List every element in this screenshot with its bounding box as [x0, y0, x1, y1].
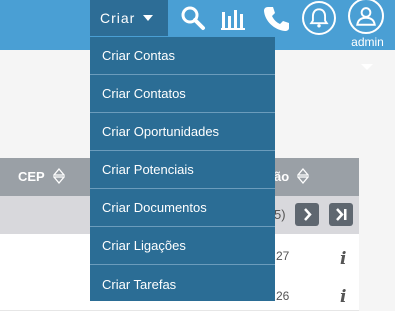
sort-icon[interactable] [297, 168, 309, 184]
date-cell: 27 [276, 249, 290, 263]
info-icon[interactable]: i [340, 249, 346, 269]
chevron-down-icon [143, 15, 154, 21]
menu-item-criar-potenciais[interactable]: Criar Potenciais [90, 151, 275, 189]
create-menu-button[interactable]: Criar [90, 0, 168, 36]
search-icon[interactable] [179, 4, 207, 32]
menu-item-criar-ligacoes[interactable]: Criar Ligações [90, 227, 275, 265]
reports-chart-icon[interactable] [219, 4, 247, 32]
sort-icon[interactable] [53, 168, 65, 184]
menu-item-criar-contatos[interactable]: Criar Contatos [90, 75, 275, 113]
user-menu-chevron-icon[interactable] [361, 64, 373, 70]
notifications-button[interactable] [302, 1, 336, 35]
last-page-button[interactable] [329, 203, 353, 226]
user-icon [356, 7, 376, 26]
user-name-label[interactable]: admin [345, 35, 390, 49]
user-avatar[interactable] [348, 0, 384, 34]
create-dropdown-menu: Criar Contas Criar Contatos Criar Oportu… [90, 37, 275, 301]
create-menu-label: Criar [100, 10, 136, 26]
next-page-button[interactable] [295, 203, 319, 226]
column-header-cep[interactable]: CEP [18, 169, 45, 184]
column-header-fragment[interactable]: ão [274, 169, 289, 184]
phone-icon[interactable] [262, 4, 290, 32]
menu-item-criar-contas[interactable]: Criar Contas [90, 37, 275, 75]
chevron-right-icon [304, 208, 312, 221]
info-icon[interactable]: i [340, 287, 346, 307]
bell-icon [309, 8, 329, 28]
menu-item-criar-oportunidades[interactable]: Criar Oportunidades [90, 113, 275, 151]
pagination-count: 5) [274, 207, 286, 222]
menu-item-criar-documentos[interactable]: Criar Documentos [90, 189, 275, 227]
last-page-icon [336, 208, 347, 221]
menu-item-criar-tarefas[interactable]: Criar Tarefas [90, 265, 275, 303]
